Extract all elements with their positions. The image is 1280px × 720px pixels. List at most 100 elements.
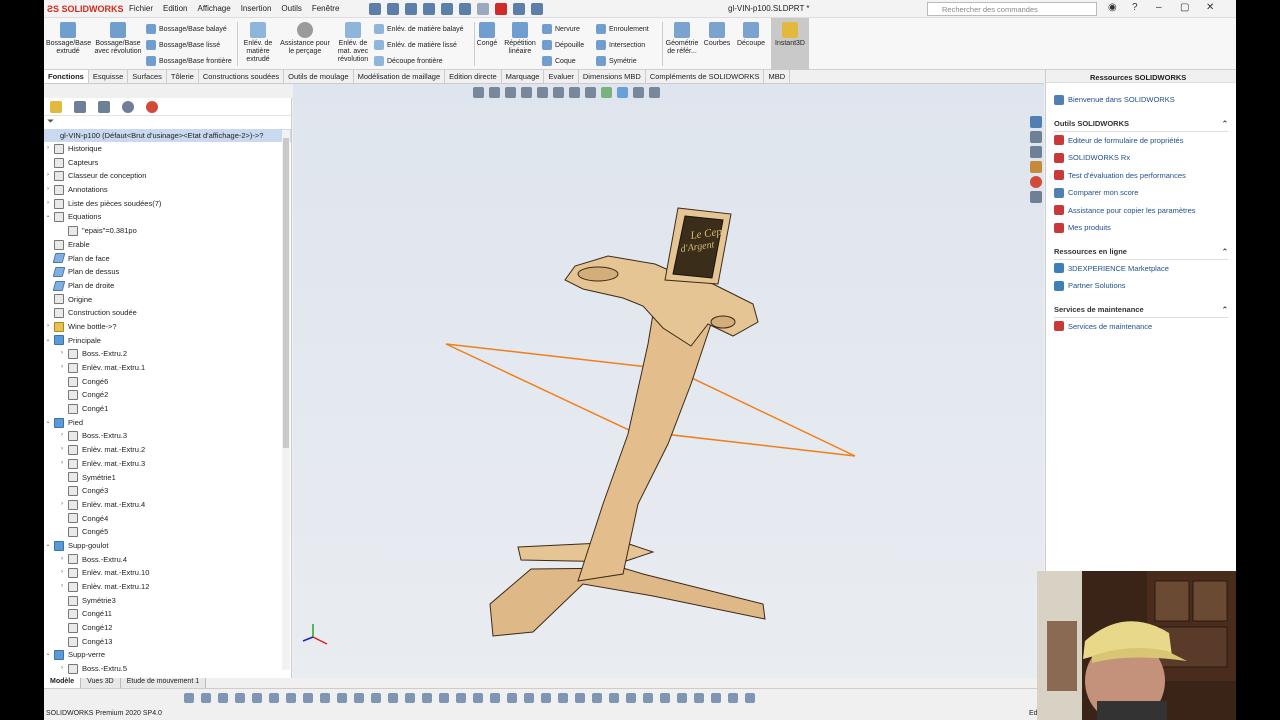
apply-scene-icon[interactable] [617,87,628,98]
selection-filter-icon[interactable] [711,693,721,703]
lofted-cut-button[interactable]: Enlév. de matière lissé [374,40,457,50]
selection-filter-icon[interactable] [320,693,330,703]
help-icon[interactable]: ? [1132,2,1138,13]
tree-node[interactable]: Congé2 [44,388,291,402]
property-manager-tab-icon[interactable] [74,100,86,113]
selection-filter-icon[interactable] [660,693,670,703]
selection-filter-icon[interactable] [575,693,585,703]
selection-filter-icon[interactable] [694,693,704,703]
revolved-boss-button[interactable]: Bossage/Base avec révolution [94,22,142,56]
selection-filter-icon[interactable] [184,693,194,703]
select-icon[interactable] [477,2,490,15]
tree-node[interactable]: ⌄ Principale [44,334,291,348]
tree-node[interactable]: › Enlèv. mat.-Extru.1 [44,361,291,375]
resource-link[interactable]: SOLIDWORKS Rx [1054,149,1236,167]
tree-node[interactable]: Plan de face [44,252,291,266]
options-icon[interactable] [531,2,544,15]
command-tab[interactable]: Dimensions MBD [579,70,646,83]
command-tab[interactable]: Esquisse [89,70,129,83]
selection-filter-icon[interactable] [337,693,347,703]
extruded-boss-button[interactable]: Bossage/Base extrudé [46,22,91,56]
selection-filter-icon[interactable] [201,693,211,703]
expand-toggle-icon[interactable]: › [44,320,52,334]
tree-node[interactable]: › Enlèv. mat.-Extru.3 [44,457,291,471]
selection-filter-icon[interactable] [677,693,687,703]
expand-toggle-icon[interactable]: › [58,662,66,676]
tree-scrollbar-thumb[interactable] [283,138,289,448]
custom-properties-tab-icon[interactable] [1030,191,1042,203]
selection-filter-icon[interactable] [303,693,313,703]
tree-node[interactable]: Plan de droite [44,279,291,293]
expand-toggle-icon[interactable]: › [58,566,66,580]
selection-filter-icon[interactable] [541,693,551,703]
expand-toggle-icon[interactable]: › [58,457,66,471]
resource-link[interactable]: Assistance pour copier les paramètres [1054,202,1236,220]
lofted-boss-button[interactable]: Bossage/Base lissé [146,40,220,50]
draft-button[interactable]: Dépouille [542,40,584,50]
expand-toggle-icon[interactable]: › [58,580,66,594]
split-button[interactable]: Découpe [734,22,768,48]
display-manager-tab-icon[interactable] [146,100,158,113]
tree-node[interactable]: › Annotations [44,183,291,197]
bottom-tab[interactable]: Vues 3D [81,678,121,688]
tree-node[interactable]: ⌄ Supp-goulot [44,539,291,553]
dimxpert-tab-icon[interactable] [122,100,134,113]
instant3d-button[interactable]: Instant3D [771,18,809,70]
file-properties-icon[interactable] [513,2,526,15]
tree-node[interactable]: Origine [44,293,291,307]
tree-node[interactable]: Congé6 [44,375,291,389]
selection-filter-icon[interactable] [626,693,636,703]
resource-link[interactable]: Comparer mon score [1054,184,1236,202]
selection-filter-icon[interactable] [643,693,653,703]
undo-icon[interactable] [459,2,472,15]
tree-node[interactable]: › Enlèv. mat.-Extru.2 [44,443,291,457]
bottom-tab[interactable]: Modèle [44,678,82,688]
welcome-link[interactable]: Bienvenue dans SOLIDWORKS [1054,91,1236,109]
menu-item[interactable]: Insertion [241,4,272,13]
tree-node[interactable]: › Liste des pièces soudées(7) [44,197,291,211]
tree-node[interactable]: › Enlèv. mat.-Extru.10 [44,566,291,580]
expand-toggle-icon[interactable]: › [58,361,66,375]
reference-geometry-button[interactable]: Géométrie de référ... [664,22,700,56]
expand-toggle-icon[interactable]: › [58,429,66,443]
graphics-area[interactable]: Le Cep d'Argent [293,84,1044,678]
filter-icon[interactable]: ⏷ [44,116,291,129]
selection-filter-icon[interactable] [728,693,738,703]
rebuild-icon[interactable] [495,2,508,15]
tree-node[interactable]: › Wine bottle->? [44,320,291,334]
wrap-button[interactable]: Enroulement [596,24,649,34]
tree-node[interactable]: "epais"=0.381po [44,224,291,238]
tree-node[interactable]: Congé12 [44,621,291,635]
extruded-cut-button[interactable]: Enlév. de matière extrudé [240,22,276,64]
resource-link[interactable]: Mes produits [1054,219,1236,237]
expand-toggle-icon[interactable]: ⌄ [44,416,52,430]
selection-filter-icon[interactable] [422,693,432,703]
tree-node[interactable]: Erable [44,238,291,252]
design-library-tab-icon[interactable] [1030,131,1042,143]
configuration-manager-tab-icon[interactable] [98,100,110,113]
command-tab[interactable]: Compléments de SOLIDWORKS [646,70,765,83]
dynamic-annotation-icon[interactable] [537,87,548,98]
expand-toggle-icon[interactable]: ⌄ [44,334,52,348]
bottom-tab[interactable]: Etude de mouvement 1 [120,678,207,688]
intersect-button[interactable]: Intersection [596,40,645,50]
command-tab[interactable]: MBD [764,70,791,83]
selection-filter-icon[interactable] [286,693,296,703]
tree-node[interactable]: › Historique [44,142,291,156]
collapse-chevron-icon[interactable]: ⌃ [1222,119,1228,128]
view-orientation-icon[interactable] [553,87,564,98]
resource-link[interactable]: Editeur de formulaire de propriétés [1054,132,1236,150]
collapse-chevron-icon[interactable]: ⌃ [1222,305,1228,314]
selection-filter-icon[interactable] [388,693,398,703]
resource-section-title[interactable]: Services de maintenance ⌃ [1054,305,1228,318]
previous-view-icon[interactable] [505,87,516,98]
expand-toggle-icon[interactable]: › [58,443,66,457]
open-icon[interactable] [405,2,418,15]
tree-node[interactable]: Construction soudée [44,306,291,320]
selection-filter-icon[interactable] [371,693,381,703]
selection-filter-icon[interactable] [439,693,449,703]
selection-filter-icon[interactable] [252,693,262,703]
feature-manager-tab-icon[interactable] [50,100,62,113]
tree-node[interactable]: Congé5 [44,525,291,539]
hole-wizard-button[interactable]: Assistance pour le perçage [278,22,332,56]
